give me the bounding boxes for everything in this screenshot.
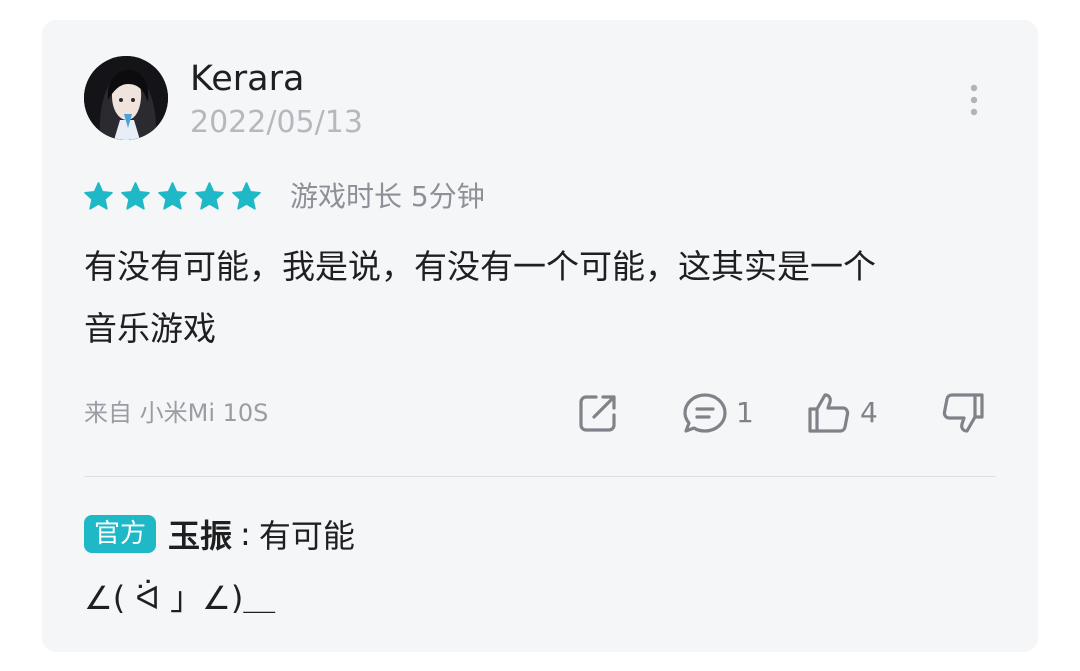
star-icon — [84, 182, 113, 210]
review-content: 有没有可能，我是说，有没有一个可能，这其实是一个 音乐游戏 — [84, 236, 984, 360]
username[interactable]: Kerara — [190, 57, 304, 101]
thumbs-down-icon — [942, 393, 984, 433]
reply-author[interactable]: 玉振 — [168, 511, 232, 557]
star-icon — [195, 182, 224, 210]
playtime: 游戏时长 5分钟 — [290, 180, 485, 213]
review-date: 2022/05/13 — [190, 105, 363, 140]
comment-button[interactable]: 1 — [680, 388, 754, 438]
more-vertical-icon — [970, 84, 978, 116]
more-options-button[interactable] — [956, 80, 992, 120]
dislike-button[interactable] — [938, 388, 988, 438]
reply-separator: : — [240, 515, 251, 553]
reply-text: 有可能 — [258, 517, 355, 555]
comment-count: 1 — [736, 396, 754, 429]
divider — [84, 476, 996, 477]
star-icon — [158, 182, 187, 210]
comment-icon — [683, 393, 727, 433]
review-card: Kerara 2022/05/13 游戏时长 5分钟 有没有可能，我是说，有没有… — [42, 20, 1038, 652]
official-badge: 官方 — [84, 515, 157, 553]
star-rating — [82, 180, 263, 214]
share-button[interactable] — [574, 388, 622, 438]
avatar-image — [84, 56, 168, 140]
like-count: 4 — [860, 396, 878, 429]
review-content-line: 音乐游戏 — [84, 309, 216, 348]
star-icon — [121, 182, 150, 210]
official-reply[interactable]: 官方 玉振 : 有可能 — [84, 513, 355, 555]
share-icon — [579, 395, 616, 432]
star-icon — [232, 182, 261, 210]
device-info: 来自 小米Mi 10S — [84, 399, 269, 427]
like-button[interactable]: 4 — [804, 388, 878, 438]
thumbs-up-icon — [808, 393, 850, 433]
review-content-line: 有没有可能，我是说，有没有一个可能，这其实是一个 — [84, 247, 876, 286]
reply-text-line2: ∠( ᐛ 」∠)＿ — [84, 579, 276, 617]
avatar[interactable] — [84, 56, 168, 140]
